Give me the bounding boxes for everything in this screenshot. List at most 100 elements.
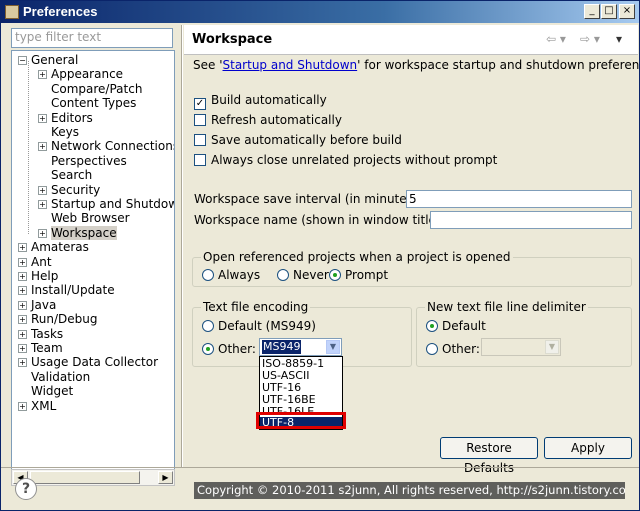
tree-item[interactable]: + Ant <box>18 255 52 270</box>
tree-item-label: Startup and Shutdown <box>51 197 175 211</box>
chevron-down-icon[interactable]: ▼ <box>326 340 340 354</box>
filter-input[interactable]: type filter text <box>11 28 173 48</box>
close-button[interactable]: × <box>619 4 635 19</box>
radio-label: Other: <box>218 342 256 356</box>
close-unrelated-checkbox[interactable]: Always close unrelated projects without … <box>194 153 497 167</box>
radio-circle[interactable] <box>202 320 214 332</box>
radio-circle[interactable] <box>426 343 438 355</box>
radio-circle-selected[interactable] <box>202 343 214 355</box>
restore-defaults-button[interactable]: Restore Defaults <box>440 437 538 475</box>
tree-item[interactable]: + Install/Update <box>18 283 115 298</box>
preferences-window: Preferences _ □ × type filter text − Gene… <box>0 0 640 511</box>
encoding-combo-value: MS949 <box>262 340 302 354</box>
checkbox-box[interactable] <box>194 114 206 126</box>
tree-item[interactable]: + Security <box>38 183 100 198</box>
delimiter-default-radio[interactable]: Default <box>426 319 486 333</box>
expand-icon[interactable]: + <box>18 329 27 339</box>
expand-icon[interactable]: + <box>18 257 27 267</box>
delimiter-combo[interactable]: ▼ <box>481 338 561 356</box>
build-automatically-checkbox[interactable]: ✓ Build automatically <box>194 93 327 110</box>
encoding-combo[interactable]: MS949 ▼ <box>259 338 342 356</box>
workspace-name-input[interactable] <box>430 211 632 229</box>
bottom-bar: ? Copyright © 2010-2011 s2junn, All righ… <box>1 467 639 511</box>
tree-item[interactable]: Perspectives <box>38 154 127 169</box>
text-encoding-title: Text file encoding <box>201 300 311 314</box>
line-delimiter-group: New text file line delimiter Default Oth… <box>416 300 632 367</box>
save-before-build-checkbox[interactable]: Save automatically before build <box>194 133 402 147</box>
tree-item[interactable]: Validation <box>18 370 90 385</box>
radio-circle-selected[interactable] <box>426 320 438 332</box>
expand-icon[interactable]: + <box>18 358 27 368</box>
expand-icon[interactable]: + <box>18 286 27 296</box>
radio-circle[interactable] <box>202 269 214 281</box>
expand-icon[interactable]: + <box>38 70 47 80</box>
always-radio[interactable]: Always <box>202 268 260 282</box>
tree-item[interactable]: + Java <box>18 298 56 313</box>
tree-item[interactable]: + Team <box>18 341 63 356</box>
radio-circle[interactable] <box>277 269 289 281</box>
tree-item[interactable]: + Amateras <box>18 240 89 255</box>
maximize-button[interactable]: □ <box>601 4 617 19</box>
checkbox-box[interactable] <box>194 134 206 146</box>
radio-label: Other: <box>442 342 480 356</box>
tree-item[interactable]: − General <box>18 53 78 68</box>
tree-item[interactable]: Search <box>38 168 92 183</box>
prompt-radio[interactable]: Prompt <box>329 268 388 282</box>
expand-icon[interactable]: + <box>38 142 47 152</box>
tree-item[interactable]: + Run/Debug <box>18 312 98 327</box>
delimiter-other-radio[interactable]: Other: <box>426 342 480 356</box>
minimize-button[interactable]: _ <box>584 4 600 19</box>
checkbox-box[interactable]: ✓ <box>194 98 206 110</box>
tree-item-label: Web Browser <box>51 211 130 226</box>
tree-item[interactable]: + Editors <box>38 111 93 126</box>
tree-item[interactable]: + Usage Data Collector <box>18 355 158 370</box>
expand-icon[interactable]: + <box>18 401 27 411</box>
save-interval-input[interactable]: 5 <box>406 190 632 208</box>
apply-button[interactable]: Apply <box>544 437 632 459</box>
back-arrow-icon[interactable]: ⇦ ▾ <box>546 32 566 46</box>
expand-icon[interactable]: + <box>38 228 47 238</box>
chevron-down-icon[interactable]: ▼ <box>545 340 559 354</box>
tree-item[interactable]: + Appearance <box>38 67 123 82</box>
window-title: Preferences <box>23 4 98 19</box>
refresh-automatically-checkbox[interactable]: Refresh automatically <box>194 113 342 127</box>
expand-icon[interactable]: + <box>38 113 47 123</box>
expand-icon[interactable]: + <box>38 185 47 195</box>
help-icon[interactable]: ? <box>15 478 37 500</box>
expand-icon[interactable]: + <box>18 300 27 310</box>
collapse-icon[interactable]: − <box>18 56 27 65</box>
expand-icon[interactable]: + <box>18 344 27 353</box>
checkbox-label: Save automatically before build <box>211 133 402 147</box>
tree-guide-line <box>28 61 29 234</box>
encoding-other-radio[interactable]: Other: <box>202 342 256 356</box>
expand-icon[interactable]: + <box>18 243 27 253</box>
tree-item[interactable]: + Tasks <box>18 327 63 342</box>
forward-arrow-icon[interactable]: ⇨ ▾ <box>580 32 600 46</box>
pane-divider[interactable] <box>181 25 183 467</box>
tree-item[interactable]: + XML <box>18 399 56 414</box>
open-referenced-title: Open referenced projects when a project … <box>201 250 513 264</box>
tree-item[interactable]: Web Browser <box>38 211 130 226</box>
tree-item[interactable]: + Workspace <box>38 225 117 241</box>
tree-item[interactable]: Widget <box>18 384 73 399</box>
radio-label: Default (MS949) <box>218 319 316 333</box>
tree-item[interactable]: + Network Connections <box>38 139 174 154</box>
tree-item-label: Validation <box>31 369 91 384</box>
expand-icon[interactable]: + <box>18 272 27 281</box>
encoding-default-radio[interactable]: Default (MS949) <box>202 319 316 333</box>
radio-circle-selected[interactable] <box>329 269 341 281</box>
startup-shutdown-link[interactable]: Startup and Shutdown <box>223 58 358 72</box>
expand-icon[interactable]: + <box>38 200 47 209</box>
never-radio[interactable]: Never <box>277 268 329 282</box>
tree-item-label: Compare/Patch <box>51 81 143 96</box>
tree-item[interactable]: Content Types <box>38 96 136 111</box>
utf8-highlight-box <box>256 412 346 429</box>
app-icon <box>5 5 19 19</box>
tree-item[interactable]: + Help <box>18 269 58 284</box>
tree-item[interactable]: Keys <box>38 125 79 140</box>
tree-item[interactable]: Compare/Patch <box>38 82 142 97</box>
checkbox-box[interactable] <box>194 154 206 166</box>
tree-item[interactable]: + Startup and Shutdown <box>38 197 175 212</box>
view-menu-icon[interactable]: ▾ <box>616 32 622 46</box>
expand-icon[interactable]: + <box>18 315 27 325</box>
